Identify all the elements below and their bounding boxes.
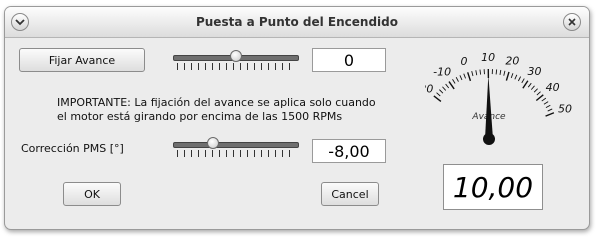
- gauge-major-tick: [467, 72, 472, 82]
- gauge-minor-tick: [533, 88, 538, 93]
- slider-thumb[interactable]: [230, 50, 242, 62]
- gauge-minor-tick: [530, 85, 535, 90]
- gauge-tick-label: 10: [481, 51, 495, 64]
- gauge-minor-tick: [475, 70, 478, 76]
- important-note: IMPORTANTE: La fijación del avance se ap…: [57, 96, 376, 124]
- note-line-1: IMPORTANTE: La fijación del avance se ap…: [57, 96, 376, 109]
- gauge-major-tick: [433, 95, 442, 102]
- gauge-minor-tick: [452, 79, 456, 84]
- dialog-window: Puesta a Punto del Encendido Fijar Avanc…: [4, 6, 590, 230]
- slider-track: [173, 142, 299, 148]
- gauge-minor-tick: [479, 69, 482, 75]
- gauge-needle: [485, 75, 493, 140]
- gauge-tick-label: 0: [461, 55, 468, 68]
- slider-ticks: [177, 150, 295, 157]
- gauge-minor-tick: [445, 83, 450, 89]
- gauge-minor-tick: [455, 76, 459, 82]
- gauge-tick-label: 20: [505, 54, 519, 67]
- gauge-minor-tick: [514, 74, 518, 80]
- avance-readout: 10,00: [443, 164, 543, 210]
- gauge-minor-tick: [510, 73, 514, 79]
- gauge-minor-tick: [543, 101, 549, 105]
- gauge-tick-label: -20: [425, 83, 433, 96]
- gauge-major-tick: [505, 71, 510, 81]
- gauge-minor-tick: [436, 92, 441, 97]
- avance-slider[interactable]: [173, 50, 299, 72]
- title-bar: Puesta a Punto del Encendido: [5, 7, 589, 38]
- gauge-tick-label: -10: [433, 66, 451, 79]
- gauge-minor-tick: [499, 69, 502, 76]
- correccion-value-field[interactable]: -8,00: [312, 139, 386, 163]
- gauge-tick-label: 30: [528, 65, 542, 78]
- gauge-minor-tick: [545, 104, 551, 109]
- gauge-minor-tick: [495, 69, 498, 75]
- slider-ticks: [177, 63, 295, 70]
- correccion-pms-label: Corrección PMS [°]: [21, 142, 124, 155]
- gauge-major-tick: [535, 94, 544, 102]
- gauge-minor-tick: [503, 70, 506, 76]
- avance-gauge: -20-1001020304050Avance: [425, 51, 572, 145]
- gauge-minor-tick: [541, 97, 547, 102]
- gauge-minor-tick: [439, 89, 444, 94]
- gauge-minor-tick: [471, 71, 474, 77]
- gauge-minor-tick: [459, 75, 463, 81]
- correccion-slider[interactable]: [173, 137, 299, 159]
- gauge-minor-tick: [442, 86, 447, 91]
- gauge-tick-label: 40: [546, 81, 560, 94]
- gauge-hub: [483, 133, 495, 145]
- window-title: Puesta a Punto del Encendido: [195, 15, 399, 29]
- fijar-avance-button[interactable]: Fijar Avance: [19, 48, 145, 72]
- gauge-minor-tick: [547, 108, 553, 112]
- gauge-tick-label: 50: [558, 102, 572, 115]
- gauge-major-tick: [448, 81, 455, 90]
- gauge-minor-tick: [521, 78, 525, 84]
- gauge-minor-tick: [463, 73, 466, 79]
- gauge-major-tick: [545, 112, 555, 117]
- gauge-minor-tick: [536, 91, 541, 96]
- note-line-2: el motor está girando por encima de las …: [57, 110, 343, 123]
- avance-value-field[interactable]: 0: [312, 48, 386, 72]
- cancel-button[interactable]: Cancel: [321, 182, 379, 206]
- gauge-minor-tick: [517, 76, 522, 82]
- close-icon[interactable]: [563, 13, 581, 31]
- ok-button[interactable]: OK: [63, 182, 121, 206]
- gauge-major-tick: [522, 80, 529, 89]
- gauge-minor-tick: [527, 82, 532, 88]
